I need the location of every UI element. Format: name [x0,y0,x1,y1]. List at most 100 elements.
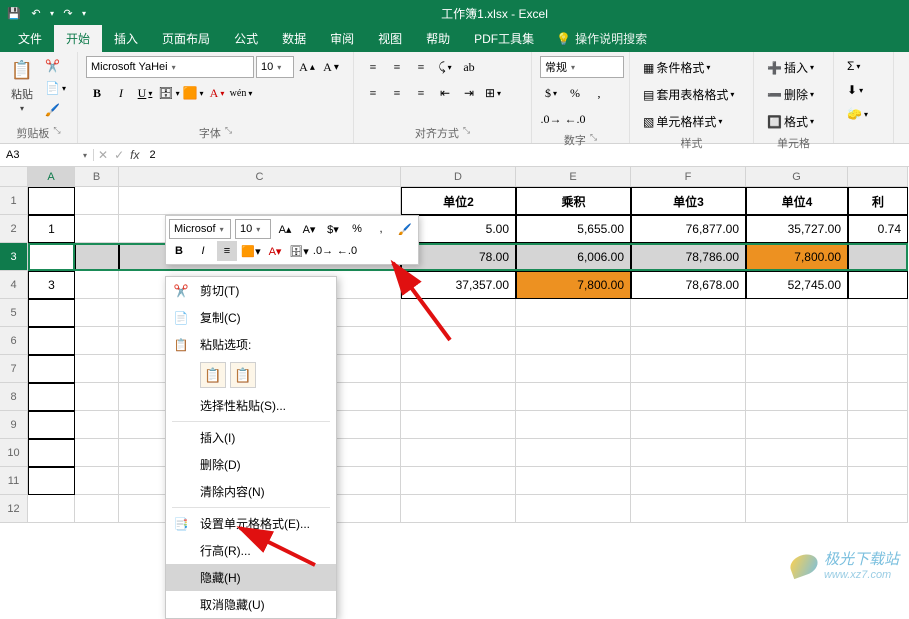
cell[interactable] [401,383,516,411]
cell[interactable] [401,355,516,383]
cell[interactable] [746,383,848,411]
formula-bar-input[interactable]: 2 [143,149,909,161]
col-header-A[interactable]: A [28,167,75,187]
menu-clear-contents[interactable]: 清除内容(N) [166,478,336,505]
row-header-8[interactable]: 8 [0,383,28,411]
cell[interactable] [516,327,631,355]
col-header-B[interactable]: B [75,167,119,187]
row-header-3[interactable]: 3 [0,243,28,271]
wrap-text-button[interactable]: ab [458,56,480,78]
cell[interactable]: 6,006.00 [516,243,631,271]
align-left-button[interactable]: ≡ [362,82,384,104]
tab-data[interactable]: 数据 [270,25,318,52]
cell[interactable] [516,299,631,327]
insert-function-icon[interactable]: fx [130,148,139,162]
col-header-G[interactable]: G [746,167,848,187]
mini-bold-button[interactable]: B [169,241,189,261]
cell[interactable] [75,383,119,411]
cell[interactable] [401,495,516,523]
cell[interactable] [401,299,516,327]
row-header-11[interactable]: 11 [0,467,28,495]
tab-home[interactable]: 开始 [54,25,102,52]
fill-button[interactable]: ⬇▾ [842,80,868,100]
cell[interactable] [28,355,75,383]
cell[interactable]: 52,745.00 [746,271,848,299]
cell[interactable]: 78,786.00 [631,243,746,271]
cell[interactable]: 2 [28,243,75,271]
mini-fill-color-button[interactable]: 🟧▾ [241,241,261,261]
percent-format-button[interactable]: % [564,82,586,104]
mini-increase-font-button[interactable]: A▴ [275,219,295,239]
cell[interactable] [631,355,746,383]
tab-review[interactable]: 审阅 [318,25,366,52]
cell[interactable]: 单位3 [631,187,746,215]
mini-size-combo[interactable]: 10▾ [235,219,271,239]
cell[interactable] [401,439,516,467]
menu-insert[interactable]: 插入(I) [166,424,336,451]
mini-font-combo[interactable]: Microsof▾ [169,219,231,239]
italic-button[interactable]: I [110,82,132,104]
font-size-combo[interactable]: 10▾ [256,56,294,78]
cell[interactable]: 78,678.00 [631,271,746,299]
cell[interactable] [28,299,75,327]
mini-font-color-button[interactable]: A▾ [265,241,285,261]
cell[interactable] [746,467,848,495]
menu-delete[interactable]: 删除(D) [166,451,336,478]
cell[interactable] [28,495,75,523]
format-painter-button[interactable]: 🖌️ [40,100,71,120]
cell[interactable] [401,327,516,355]
cell[interactable] [746,495,848,523]
menu-format-cells[interactable]: 📑设置单元格格式(E)... [166,510,336,537]
cell[interactable] [631,439,746,467]
cells-area[interactable]: 单位2乘积单位3单位4利15.005,655.0076,877.0035,727… [28,187,908,523]
tab-page-layout[interactable]: 页面布局 [150,25,222,52]
name-box[interactable]: A3 ▾ [0,149,94,161]
cell[interactable] [75,187,119,215]
paste-button[interactable]: 📋 粘贴 ▾ [8,56,36,113]
cell[interactable] [75,243,119,271]
cell[interactable] [631,467,746,495]
comma-format-button[interactable]: , [588,82,610,104]
font-color-button[interactable]: A▾ [206,82,228,104]
row-header-9[interactable]: 9 [0,411,28,439]
select-all-button[interactable] [0,167,28,187]
format-as-table-button[interactable]: ▤套用表格格式▾ [638,83,739,106]
align-top-button[interactable]: ≡ [362,56,384,78]
cell[interactable] [631,495,746,523]
cell[interactable]: 乘积 [516,187,631,215]
row-header-4[interactable]: 4 [0,271,28,299]
cell[interactable]: 3 [28,271,75,299]
cell[interactable] [401,467,516,495]
cell[interactable] [631,411,746,439]
tab-pdf-tools[interactable]: PDF工具集 [462,25,546,52]
align-middle-button[interactable]: ≡ [386,56,408,78]
col-header-E[interactable]: E [516,167,631,187]
increase-font-button[interactable]: A▴ [296,56,318,78]
cancel-formula-icon[interactable]: ✕ [98,148,108,162]
cell[interactable]: 单位2 [401,187,516,215]
cell[interactable] [746,299,848,327]
tab-formulas[interactable]: 公式 [222,25,270,52]
menu-copy[interactable]: 📄复制(C) [166,304,336,331]
cell[interactable] [631,299,746,327]
cell[interactable] [746,327,848,355]
cell[interactable]: 1 [28,215,75,243]
save-icon[interactable]: 💾 [6,5,22,21]
cells-delete-button[interactable]: ➖删除▾ [762,83,819,106]
mini-align-center-button[interactable]: ≡ [217,241,237,261]
cell[interactable] [516,411,631,439]
cell[interactable] [75,355,119,383]
align-bottom-button[interactable]: ≡ [410,56,432,78]
align-right-button[interactable]: ≡ [410,82,432,104]
cell[interactable]: 35,727.00 [746,215,848,243]
cells-insert-button[interactable]: ➕插入▾ [762,56,819,79]
cell[interactable] [746,439,848,467]
paste-values-button[interactable]: 📋 [230,362,256,388]
clipboard-dialog-launcher-icon[interactable]: ⤡ [53,125,60,141]
clear-button[interactable]: 🧽▾ [842,104,873,124]
cell[interactable] [516,439,631,467]
row-header-10[interactable]: 10 [0,439,28,467]
col-header-D[interactable]: D [401,167,516,187]
orientation-button[interactable]: ⤹▾ [434,56,456,78]
paste-all-button[interactable]: 📋 [200,362,226,388]
